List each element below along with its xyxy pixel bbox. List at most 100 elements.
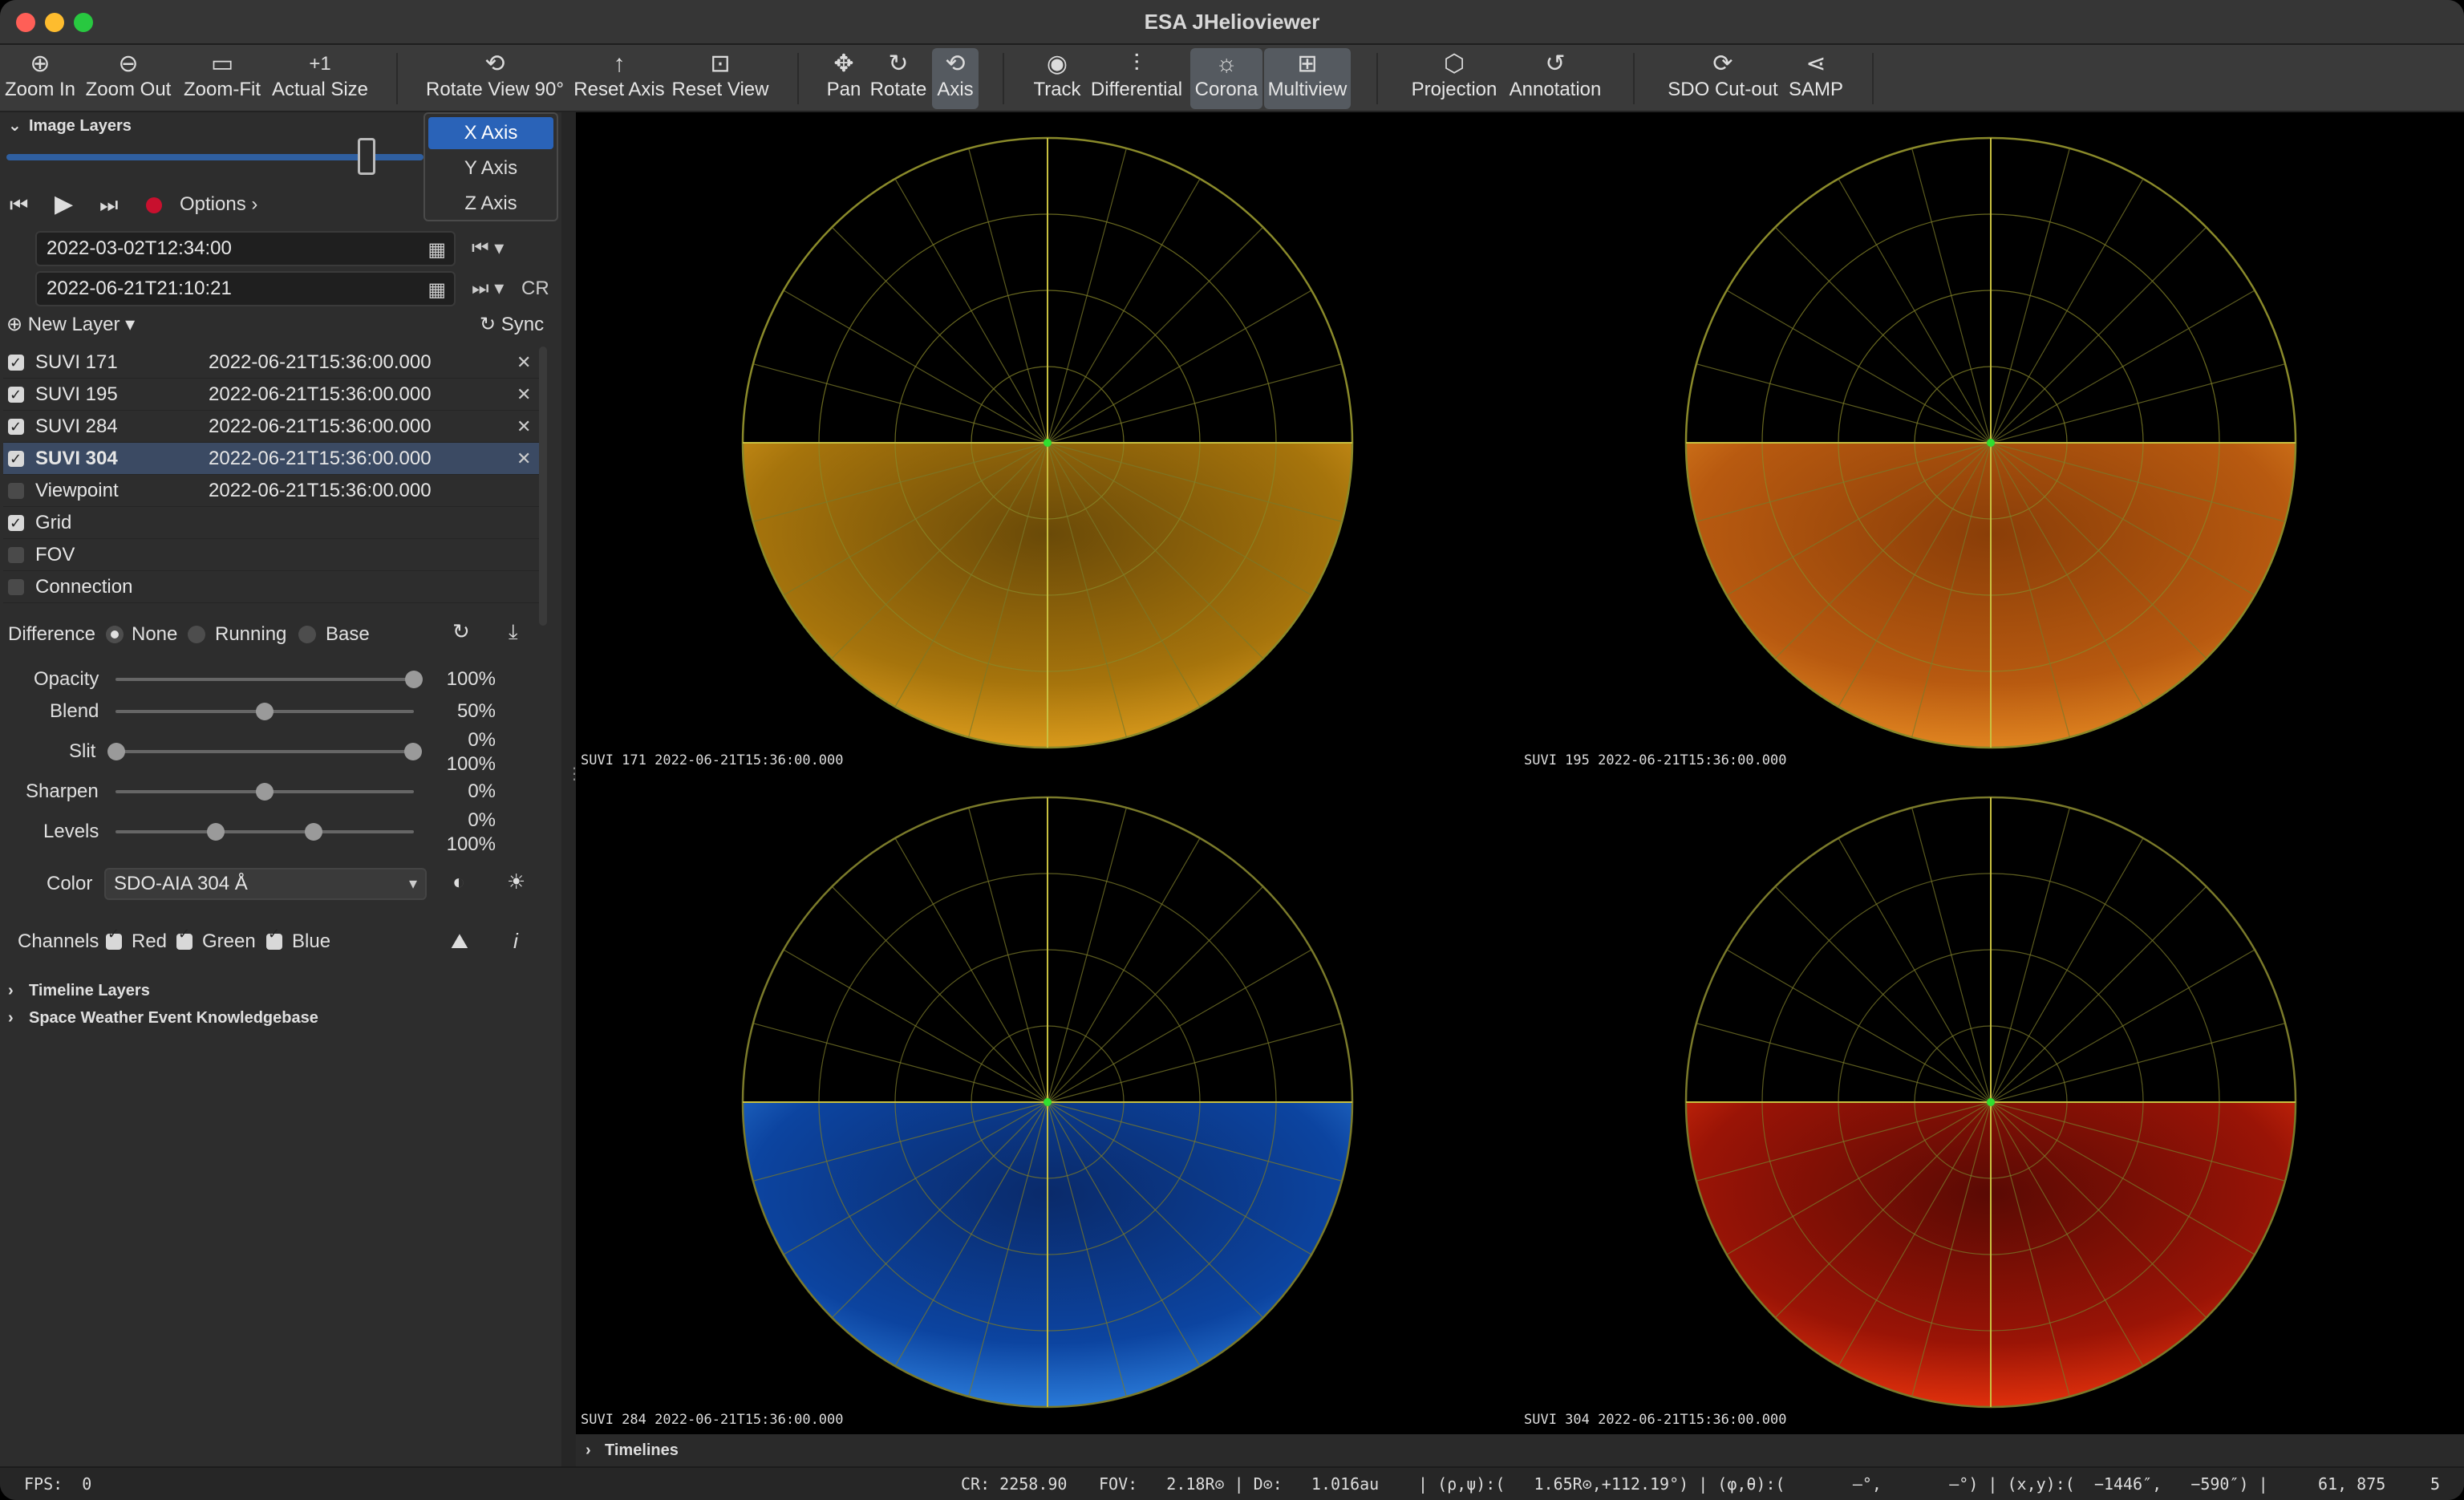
grid-spoke [1838,837,1992,1103]
track-button[interactable]: ◉ Track [1031,48,1083,109]
layer-visibility-checkbox[interactable] [8,547,24,563]
multiview-button[interactable]: ⊞ Multiview [1264,48,1351,109]
zoom-fit-button[interactable]: ▭ Zoom-Fit [180,48,265,109]
remove-layer-icon[interactable]: ✕ [517,411,531,443]
frame-slider-handle[interactable] [358,138,375,175]
rotate-view-button[interactable]: ⟲ Rotate View 90° [425,48,565,109]
reset-difference-icon[interactable]: ↻ [452,619,470,644]
slit-high-knob[interactable] [404,743,422,760]
record-icon[interactable] [146,197,162,213]
pan-button[interactable]: ✥ Pan [821,48,866,109]
layer-row-fov[interactable]: FOV [3,539,539,571]
info-icon[interactable]: i [513,929,518,954]
menu-item-z-axis[interactable]: Z Axis [428,188,553,220]
remove-layer-icon[interactable]: ✕ [517,347,531,379]
grid-spoke [831,226,1048,444]
grid-spoke [1990,178,2144,444]
chevron-right-icon: › [8,1009,14,1027]
blue-channel-checkbox[interactable] [266,926,282,950]
remove-layer-icon[interactable]: ✕ [517,443,531,475]
timelines-header[interactable]: › Timelines [576,1434,2464,1466]
rotate-button[interactable]: ↻ Rotate [866,48,930,109]
layer-visibility-checkbox[interactable] [8,443,24,475]
grid-spoke [1726,949,1992,1103]
blend-slider-knob[interactable] [256,703,274,720]
slit-low-knob[interactable] [107,743,125,760]
differential-button[interactable]: ⫶ Differential [1088,48,1185,109]
disk-center-marker [1987,1098,1995,1106]
sharpen-slider-knob[interactable] [256,783,274,801]
annotation-icon: ↺ [1545,51,1566,77]
slit-slider[interactable] [116,750,414,753]
corona-button[interactable]: ☼ Corona [1190,48,1262,109]
histogram-icon[interactable]: ⛰ [451,929,468,955]
layer-visibility-checkbox[interactable] [8,507,24,539]
layer-row-suvi-284[interactable]: SUVI 284 2022-06-21T15:36:00.000 ✕ [3,411,539,443]
download-icon[interactable]: ⤓ [509,619,518,645]
layer-visibility-checkbox[interactable] [8,347,24,379]
sdo-cutout-button[interactable]: ⟳ SDO Cut-out [1660,48,1785,109]
actual-size-button[interactable]: +1 Actual Size [270,48,371,109]
red-channel-checkbox[interactable] [106,926,122,950]
zoom-in-button[interactable]: ⊕ Zoom In [3,48,77,109]
color-select[interactable]: SDO-AIA 304 Å ▾ [104,868,427,900]
zoom-out-button[interactable]: ⊖ Zoom Out [82,48,175,109]
reset-view-button[interactable]: ⊡ Reset View [671,48,770,109]
chevron-down-icon: ▾ [408,875,417,893]
green-channel-checkbox[interactable] [176,926,192,950]
menu-item-x-axis[interactable]: X Axis [428,117,553,149]
samp-button[interactable]: ⋖ SAMP [1784,48,1848,109]
sdo-cutout-icon: ⟳ [1712,51,1733,77]
menu-item-y-axis[interactable]: Y Axis [428,152,553,184]
step-forward-icon[interactable]: ⏭ [99,184,118,225]
swek-header[interactable]: › Space Weather Event Knowledgebase [0,1004,561,1032]
grid-spoke [1774,226,1992,444]
reset-axis-button[interactable]: ↑ Reset Axis [571,48,667,109]
layer-row-connection[interactable]: Connection [3,571,539,603]
opacity-slider[interactable] [116,678,414,681]
layer-row-suvi-171[interactable]: SUVI 171 2022-06-21T15:36:00.000 ✕ [3,347,539,379]
remove-layer-icon[interactable]: ✕ [517,379,531,411]
difference-running-radio[interactable] [188,626,205,643]
grid-spoke [1047,178,1201,444]
opacity-label: Opacity [34,668,99,690]
layer-list-scrollbar[interactable] [539,347,547,626]
grid-spoke [1696,1023,1992,1103]
layer-row-grid[interactable]: Grid [3,507,539,539]
difference-none-radio[interactable] [106,626,124,643]
layer-visibility-checkbox[interactable] [8,379,24,411]
axis-button[interactable]: ⟲ Axis [932,48,979,109]
disk-center-marker [1044,439,1052,447]
projection-button[interactable]: ⬡ Projection [1407,48,1502,109]
annotation-button[interactable]: ↺ Annotation [1505,48,1606,109]
layer-row-suvi-304[interactable]: SUVI 304 2022-06-21T15:36:00.000 ✕ [3,443,539,475]
difference-base-radio[interactable] [298,626,316,643]
opacity-slider-knob[interactable] [405,671,423,688]
step-back-icon[interactable]: ⏮ [10,184,28,225]
grid-spoke [831,886,1048,1103]
app-window: ESA JHelioviewer ⊕ Zoom In ⊖ Zoom Out ▭ … [0,0,2464,1500]
status-bar: FPS: 0 CR: 2258.90 FOV: 2.18R⊙ | D⊙: 1.0… [0,1466,2464,1500]
options-button[interactable]: Options › [180,184,257,225]
zoom-in-icon: ⊕ [30,51,51,77]
invert-icon[interactable]: ◐ [452,870,465,894]
brightness-icon[interactable]: ☀ [507,870,525,894]
layer-row-suvi-195[interactable]: SUVI 195 2022-06-21T15:36:00.000 ✕ [3,379,539,411]
layer-visibility-checkbox[interactable] [8,579,24,595]
play-icon[interactable]: ▶ [55,184,73,225]
panel-splitter[interactable]: ⋮ [561,112,582,1468]
disk-center-marker [1987,439,1995,447]
timeline-layers-header[interactable]: › Timeline Layers [0,977,561,1004]
layer-row-viewpoint[interactable]: Viewpoint 2022-06-21T15:36:00.000 [3,475,539,507]
levels-slider[interactable] [116,830,414,833]
levels-high-knob[interactable] [305,823,322,841]
toolbar-separator [396,53,398,104]
levels-low-knob[interactable] [207,823,225,841]
red-channel-label: Red [132,930,168,952]
image-viewer[interactable]: SUVI 171 2022-06-21T15:36:00.000 SUVI 19… [576,112,2464,1434]
chevron-down-icon: ⌄ [8,117,22,135]
layer-visibility-checkbox[interactable] [8,411,24,443]
layer-visibility-checkbox[interactable] [8,483,24,499]
multiview-canvas[interactable] [576,112,2464,1434]
grid-spoke [1047,1023,1343,1103]
